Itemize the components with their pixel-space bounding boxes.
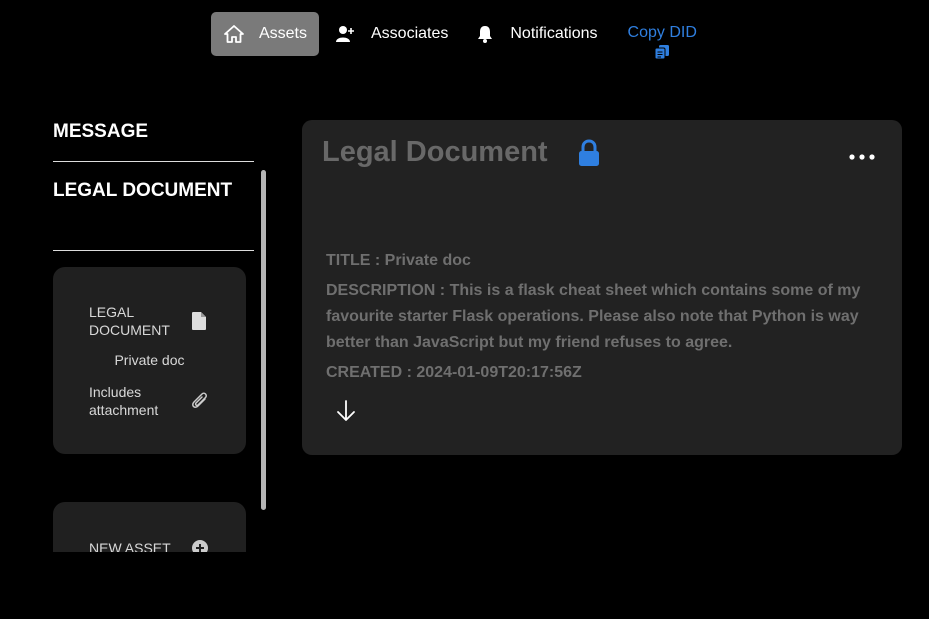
copy-icon	[654, 44, 670, 62]
nav-notifications-label: Notifications	[510, 25, 598, 42]
nav-notifications[interactable]: Notifications	[462, 12, 609, 56]
document-icon	[192, 312, 206, 335]
nav-associates[interactable]: Associates	[323, 12, 460, 56]
attachment-label: Includes attachment	[89, 384, 159, 418]
detail-description: DESCRIPTION : This is a flask cheat shee…	[326, 282, 861, 351]
panel-title: Legal Document	[322, 136, 548, 168]
nav-assets-label: Assets	[258, 25, 307, 42]
sidebar-heading-message[interactable]: MESSAGE	[53, 112, 254, 162]
more-options-icon[interactable]	[848, 148, 876, 166]
asset-card[interactable]: LEGAL DOCUMENT Private doc Includes atta…	[53, 267, 246, 454]
detail-created: CREATED : 2024-01-09T20:17:56Z	[326, 364, 582, 381]
copy-did-button[interactable]: Copy DID	[612, 12, 697, 64]
nav-associates-label: Associates	[371, 25, 449, 42]
asset-name: Private doc	[114, 352, 185, 368]
sidebar-heading-legal-document[interactable]: LEGAL DOCUMENT	[53, 162, 254, 251]
sidebar-scrollbar[interactable]	[261, 170, 266, 510]
asset-details: TITLE : Private doc DESCRIPTION : This i…	[326, 248, 886, 390]
bell-icon	[474, 23, 496, 45]
top-nav: Assets Associates Notifications Copy DID	[211, 12, 697, 60]
viewport-mask	[0, 552, 929, 619]
paperclip-icon	[191, 391, 209, 416]
lock-icon[interactable]	[577, 139, 601, 172]
asset-type-label: LEGAL DOCUMENT	[89, 304, 170, 338]
copy-did-label: Copy DID	[627, 24, 697, 41]
user-plus-icon	[335, 23, 357, 45]
asset-detail-panel: Legal Document TITLE : Private doc DESCR…	[302, 120, 902, 455]
download-icon[interactable]	[336, 400, 356, 427]
detail-title: TITLE : Private doc	[326, 252, 471, 269]
nav-assets[interactable]: Assets	[211, 12, 319, 56]
home-icon	[223, 23, 245, 45]
